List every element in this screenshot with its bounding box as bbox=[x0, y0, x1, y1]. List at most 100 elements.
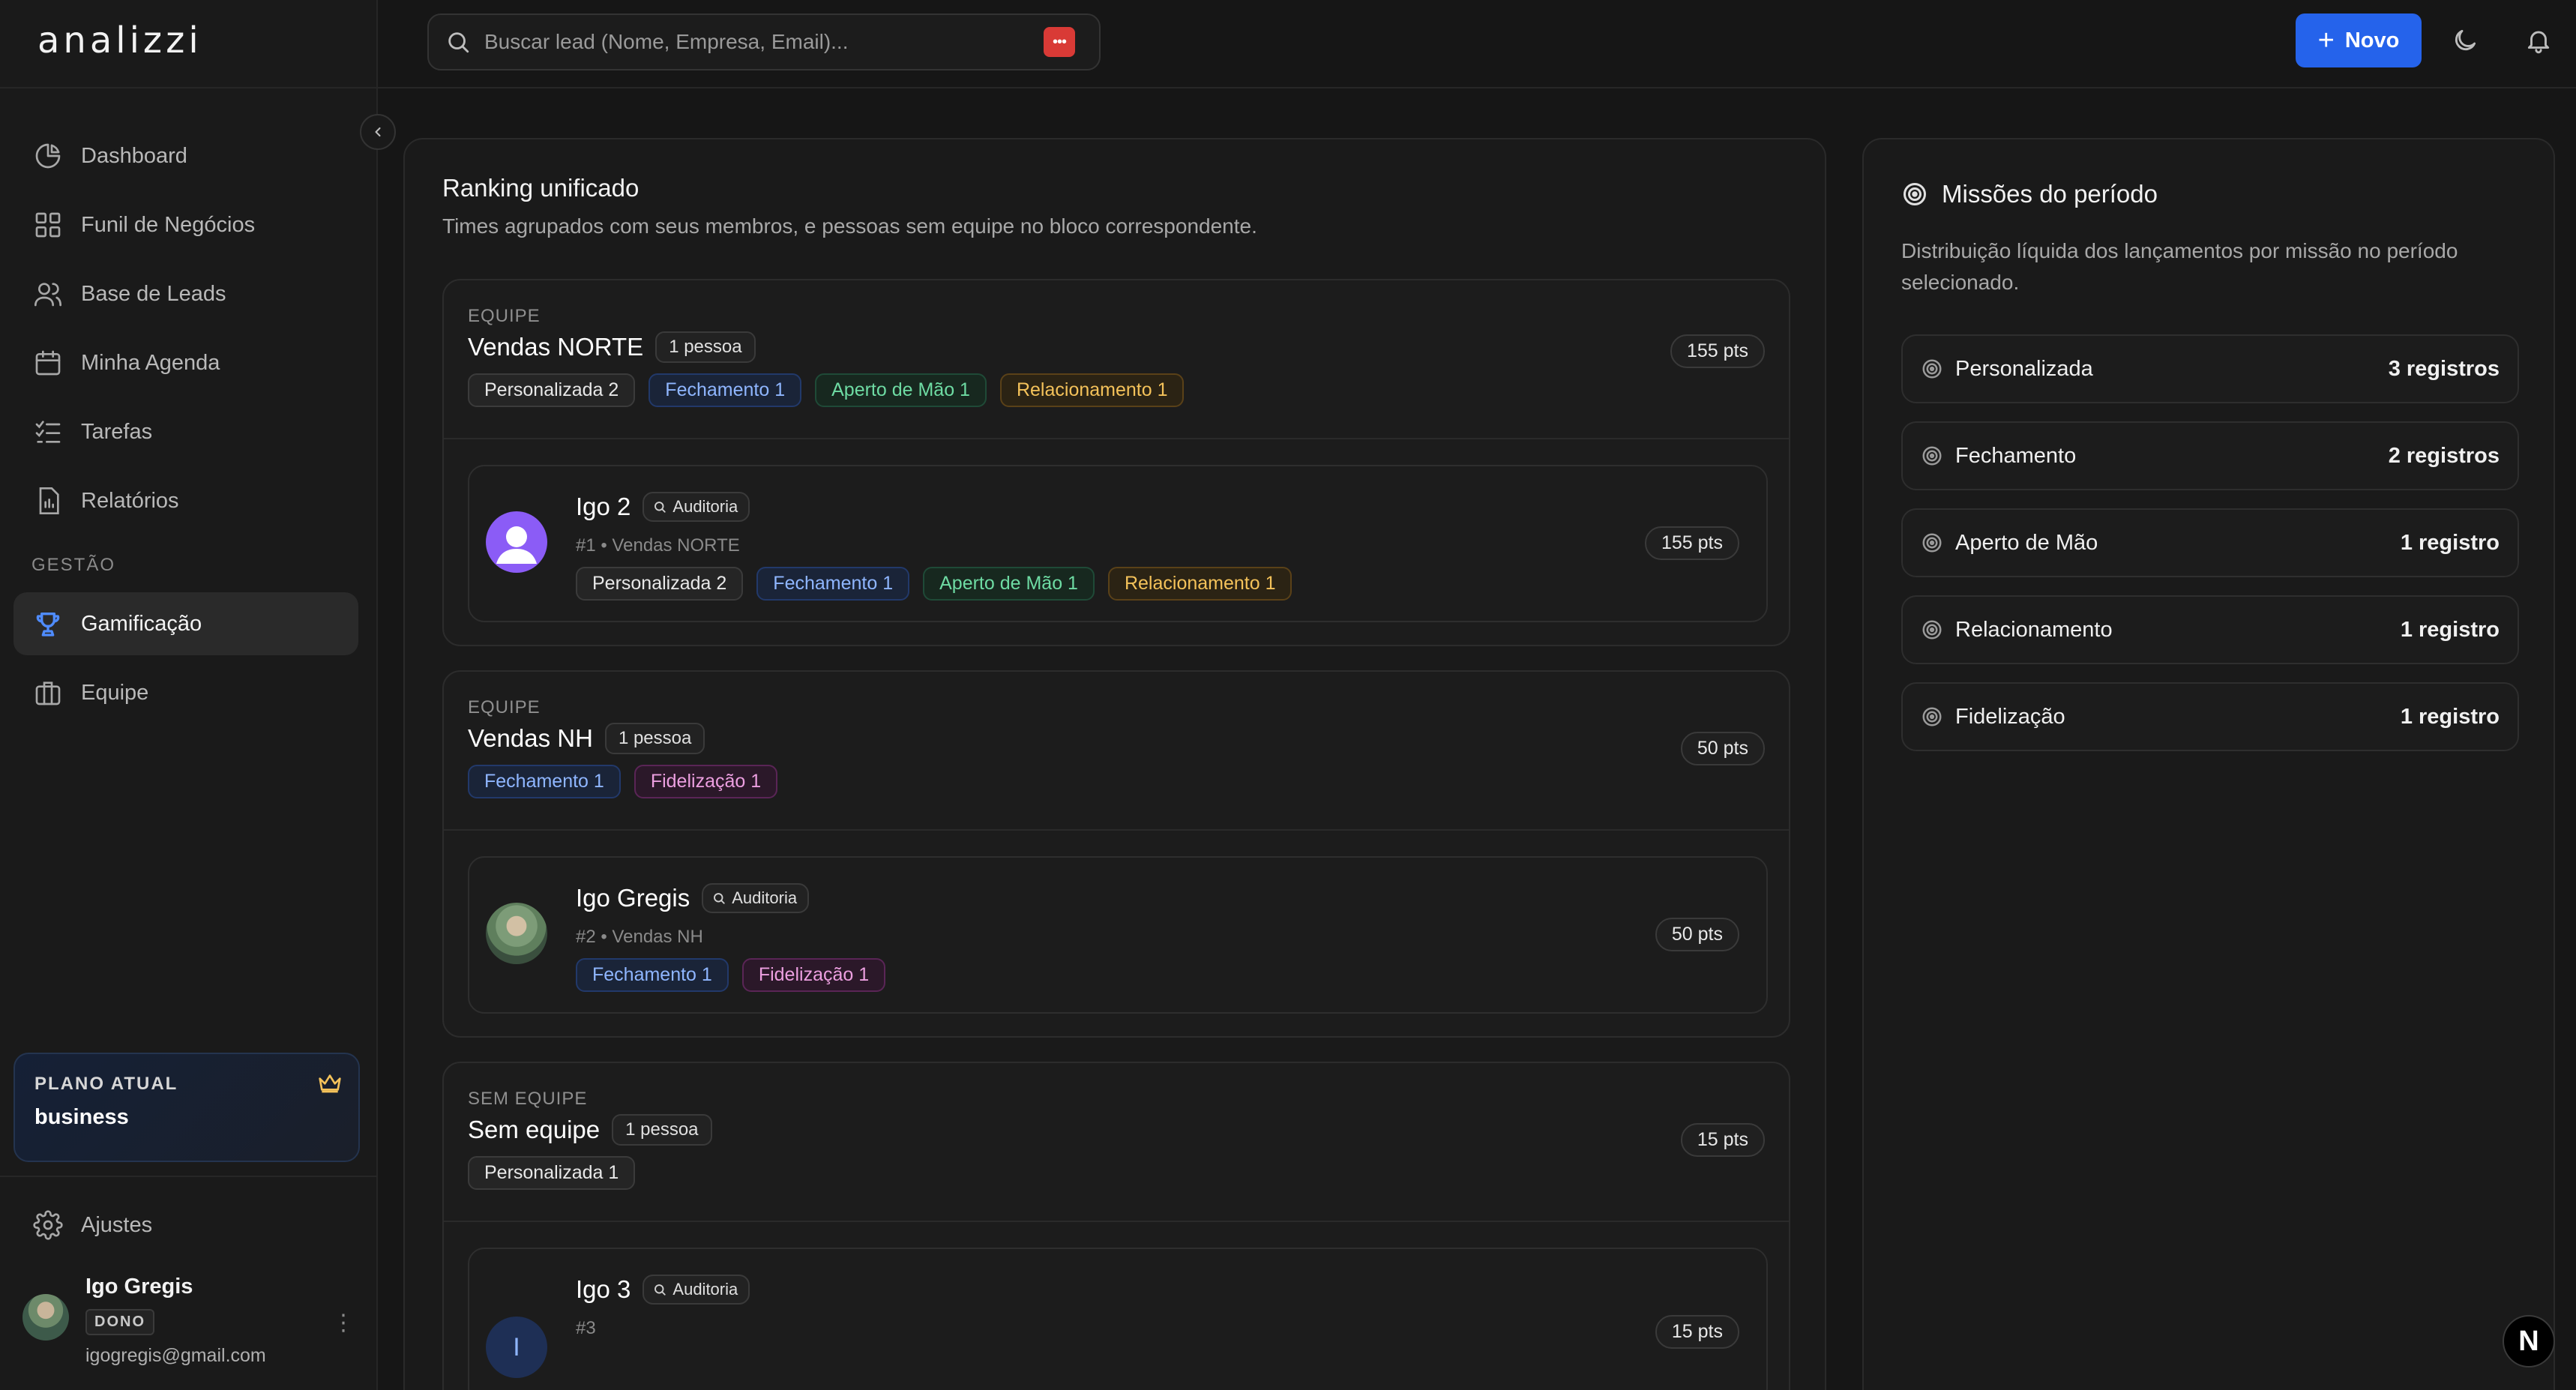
report-icon bbox=[31, 484, 64, 517]
mission-row[interactable]: Fidelização 1 registro bbox=[1901, 682, 2519, 751]
gear-icon bbox=[31, 1209, 64, 1242]
mission-tag: Aperto de Mão 1 bbox=[815, 373, 987, 407]
mission-row[interactable]: Personalizada 3 registros bbox=[1901, 334, 2519, 403]
member-card[interactable]: I Igo 3 Auditoria #3 15 pts bbox=[468, 1248, 1768, 1390]
sidebar-item-label: Tarefas bbox=[81, 419, 153, 444]
user-placeholder-icon bbox=[496, 526, 537, 564]
points-badge: 155 pts bbox=[1644, 526, 1739, 560]
more-vertical-icon[interactable]: ⋮ bbox=[332, 1308, 355, 1338]
audit-button[interactable]: Auditoria bbox=[643, 1275, 750, 1305]
mission-count: 3 registros bbox=[2388, 356, 2500, 381]
member-name: Igo Gregis bbox=[576, 884, 690, 912]
sidebar-item-equipe[interactable]: Equipe bbox=[13, 661, 358, 724]
audit-button[interactable]: Auditoria bbox=[643, 492, 750, 522]
mission-tag: Fidelização 1 bbox=[741, 958, 886, 992]
team-name: Vendas NORTE bbox=[468, 333, 644, 361]
mission-name: Aperto de Mão bbox=[1955, 530, 2098, 555]
member-name: Igo 2 bbox=[576, 493, 631, 520]
mission-tag: Fechamento 1 bbox=[756, 567, 910, 601]
team-name: Sem equipe bbox=[468, 1116, 601, 1143]
search-bar[interactable]: ••• bbox=[427, 13, 1101, 70]
mission-name: Relacionamento bbox=[1955, 617, 2113, 642]
sidebar-item-leads[interactable]: Base de Leads bbox=[13, 262, 358, 325]
team-group: SEM EQUIPE Sem equipe 1 pessoa 15 pts Pe… bbox=[442, 1062, 1790, 1390]
target-icon bbox=[1922, 533, 1942, 553]
points-badge: 50 pts bbox=[1655, 918, 1739, 951]
target-icon bbox=[1922, 359, 1942, 379]
team-group-header: EQUIPE Vendas NORTE 1 pessoa 155 pts Per… bbox=[444, 280, 1789, 439]
briefcase-icon bbox=[31, 676, 64, 709]
target-icon bbox=[1922, 707, 1942, 726]
sidebar-item-label: Equipe bbox=[81, 680, 149, 705]
team-name: Vendas NH bbox=[468, 724, 593, 752]
calendar-icon bbox=[31, 346, 64, 379]
team-group: EQUIPE Vendas NH 1 pessoa 50 pts Fechame… bbox=[442, 670, 1790, 1038]
search-input[interactable] bbox=[484, 30, 1009, 54]
mission-tag: Aperto de Mão 1 bbox=[923, 567, 1095, 601]
team-group-header: SEM EQUIPE Sem equipe 1 pessoa 15 pts Pe… bbox=[444, 1063, 1789, 1222]
sidebar-item-gamificacao[interactable]: Gamificação bbox=[13, 592, 358, 655]
sidebar-item-label: Minha Agenda bbox=[81, 350, 220, 375]
target-icon bbox=[1922, 446, 1942, 466]
mission-row[interactable]: Aperto de Mão 1 registro bbox=[1901, 508, 2519, 577]
mission-tag: Fechamento 1 bbox=[576, 958, 729, 992]
mission-row[interactable]: Fechamento 2 registros bbox=[1901, 421, 2519, 490]
member-meta: #2 • Vendas NH bbox=[576, 927, 703, 947]
chevron-left-icon bbox=[375, 127, 381, 137]
app-logo[interactable]: analizzi bbox=[37, 19, 202, 64]
search-icon bbox=[654, 1284, 666, 1296]
next-dev-indicator-icon[interactable]: N bbox=[2503, 1315, 2555, 1368]
checklist-icon bbox=[31, 415, 64, 448]
sidebar-item-funil[interactable]: Funil de Negócios bbox=[13, 193, 358, 256]
top-header: ••• + Novo bbox=[378, 0, 2576, 88]
audit-button[interactable]: Auditoria bbox=[702, 883, 810, 913]
mission-row[interactable]: Relacionamento 1 registro bbox=[1901, 595, 2519, 664]
search-icon bbox=[448, 32, 469, 53]
divider bbox=[0, 1176, 378, 1177]
user-email: igogregis@gmail.com bbox=[85, 1345, 266, 1366]
moon-icon bbox=[2455, 29, 2476, 51]
sidebar-item-relatorios[interactable]: Relatórios bbox=[13, 469, 358, 532]
mission-tag: Relacionamento 1 bbox=[1107, 567, 1292, 601]
sidebar-item-ajustes[interactable]: Ajustes bbox=[31, 1203, 152, 1248]
user-role-badge: DONO bbox=[85, 1309, 154, 1335]
sidebar: analizzi Dashboard Funil de Negócios Bas… bbox=[0, 0, 396, 1390]
sidebar-item-label: Relatórios bbox=[81, 488, 179, 513]
team-group: EQUIPE Vendas NORTE 1 pessoa 155 pts Per… bbox=[442, 279, 1790, 646]
user-name: Igo Gregis bbox=[85, 1275, 193, 1299]
new-button[interactable]: + Novo bbox=[2296, 13, 2422, 67]
notifications-button[interactable] bbox=[2521, 22, 2557, 58]
sidebar-item-dashboard[interactable]: Dashboard bbox=[13, 124, 358, 187]
avatar bbox=[486, 903, 547, 964]
sidebar-nav: Dashboard Funil de Negócios Base de Lead… bbox=[13, 124, 358, 730]
user-profile[interactable]: Igo Gregis DONO igogregis@gmail.com ⋮ bbox=[22, 1275, 355, 1372]
sidebar-item-label: Gamificação bbox=[81, 611, 202, 636]
ranking-panel: Ranking unificado Times agrupados com se… bbox=[403, 138, 1826, 1390]
member-card[interactable]: Igo Gregis Auditoria #2 • Vendas NH Fech… bbox=[468, 856, 1768, 1014]
plan-card[interactable]: PLANO ATUAL business bbox=[13, 1053, 360, 1162]
mission-count: 1 registro bbox=[2400, 530, 2500, 555]
theme-toggle-button[interactable] bbox=[2447, 22, 2483, 58]
sidebar-item-tarefas[interactable]: Tarefas bbox=[13, 400, 358, 463]
audit-label: Auditoria bbox=[672, 497, 738, 516]
missions-panel: Missões do período Distribuição líquida … bbox=[1862, 138, 2555, 1390]
mission-name: Personalizada bbox=[1955, 356, 2093, 381]
missions-subtitle: Distribuição líquida dos lançamentos por… bbox=[1901, 239, 2458, 294]
sidebar-item-label: Base de Leads bbox=[81, 281, 226, 306]
mission-name: Fechamento bbox=[1955, 443, 2077, 468]
member-card[interactable]: Igo 2 Auditoria #1 • Vendas NORTE Person… bbox=[468, 465, 1768, 622]
target-icon bbox=[1922, 620, 1942, 640]
users-icon bbox=[31, 277, 64, 310]
sidebar-item-label: Dashboard bbox=[81, 143, 187, 168]
member-meta: #3 bbox=[576, 1318, 596, 1338]
sidebar-item-label: Funil de Negócios bbox=[81, 212, 256, 237]
mission-name: Fidelização bbox=[1955, 704, 2065, 729]
points-badge: 50 pts bbox=[1680, 732, 1765, 765]
trophy-icon bbox=[31, 607, 64, 640]
points-badge: 15 pts bbox=[1655, 1315, 1739, 1349]
collapse-sidebar-button[interactable] bbox=[360, 114, 396, 150]
plan-name: business bbox=[34, 1105, 129, 1129]
extension-badge-icon[interactable]: ••• bbox=[1044, 27, 1075, 57]
sidebar-item-agenda[interactable]: Minha Agenda bbox=[13, 331, 358, 394]
points-badge: 15 pts bbox=[1680, 1123, 1765, 1157]
